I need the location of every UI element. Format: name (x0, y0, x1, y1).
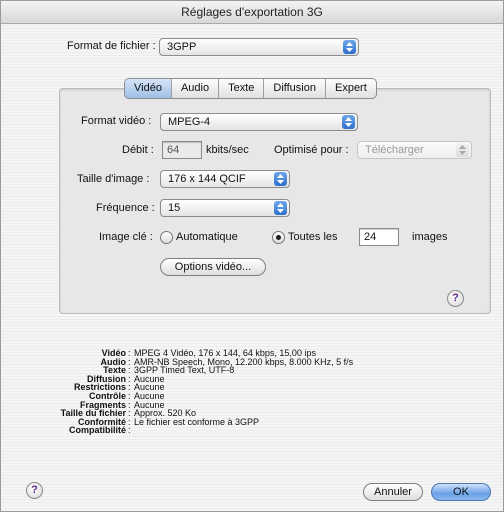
tab-expert[interactable]: Expert (326, 79, 376, 98)
summary-row: Diffusion: Aucune (87, 373, 165, 384)
frequency-label: Fréquence : (96, 202, 155, 214)
optimize-value: Télécharger (365, 144, 424, 156)
updown-arrows-icon (456, 143, 469, 157)
video-options-button[interactable]: Options vidéo... (160, 258, 266, 276)
tab-texte[interactable]: Texte (219, 79, 265, 98)
image-size-popup[interactable]: 176 x 144 QCIF (160, 170, 290, 188)
tab-audio[interactable]: Audio (172, 79, 220, 98)
video-format-label: Format vidéo : (81, 115, 152, 127)
updown-arrows-icon (274, 172, 287, 186)
ok-button[interactable]: OK (431, 483, 491, 501)
help-icon[interactable]: ? (26, 482, 43, 499)
image-size-label: Taille d'image : (77, 173, 150, 185)
video-format-popup[interactable]: MPEG-4 (160, 113, 358, 131)
optimize-label: Optimisé pour : (274, 144, 349, 156)
help-icon[interactable]: ? (447, 290, 464, 307)
frequency-popup[interactable]: 15 (160, 199, 290, 217)
bitrate-unit: kbits/sec (206, 144, 249, 156)
bitrate-label: Débit : (122, 144, 154, 156)
bitrate-field[interactable]: 64 (162, 141, 202, 159)
export-settings-window: Réglages d'exportation 3G Format de fich… (0, 0, 504, 512)
keyframe-auto-label: Automatique (176, 231, 238, 243)
file-format-value: 3GPP (167, 41, 197, 53)
image-size-value: 176 x 144 QCIF (168, 173, 246, 185)
settings-summary: Vidéo: MPEG 4 Vidéo, 176 x 144, 64 kbps, … (21, 349, 353, 435)
keyframe-every-radio[interactable] (272, 231, 285, 244)
keyframe-auto-radio[interactable] (160, 231, 173, 244)
file-format-label: Format de fichier : (67, 40, 156, 52)
keyframe-label: Image clé : (99, 231, 153, 243)
keyframe-images-label: images (412, 231, 448, 243)
summary-row: Texte:3GPP Timed Text, UTF-8 (103, 365, 235, 376)
keyframe-every-label: Toutes les (288, 231, 338, 243)
tab-video[interactable]: Vidéo (125, 79, 172, 98)
cancel-button[interactable]: Annuler (363, 483, 423, 501)
updown-arrows-icon (342, 115, 355, 129)
video-format-value: MPEG-4 (168, 116, 211, 128)
frequency-value: 15 (168, 202, 181, 214)
summary-row: Restrictions: Aucune (73, 382, 165, 393)
tab-bar: Vidéo Audio Texte Diffusion Expert (124, 78, 377, 99)
summary-row: Compatibilité: (68, 425, 131, 436)
tab-diffusion[interactable]: Diffusion (264, 79, 326, 98)
summary-row: Contrôle: Aucune (89, 390, 165, 401)
updown-arrows-icon (343, 40, 356, 54)
window-title: Réglages d'exportation 3G (1, 1, 503, 24)
optimize-popup[interactable]: Télécharger (357, 141, 472, 159)
updown-arrows-icon (274, 201, 287, 215)
keyframe-interval-field[interactable]: 24 (359, 228, 399, 246)
file-format-popup[interactable]: 3GPP (159, 38, 359, 56)
